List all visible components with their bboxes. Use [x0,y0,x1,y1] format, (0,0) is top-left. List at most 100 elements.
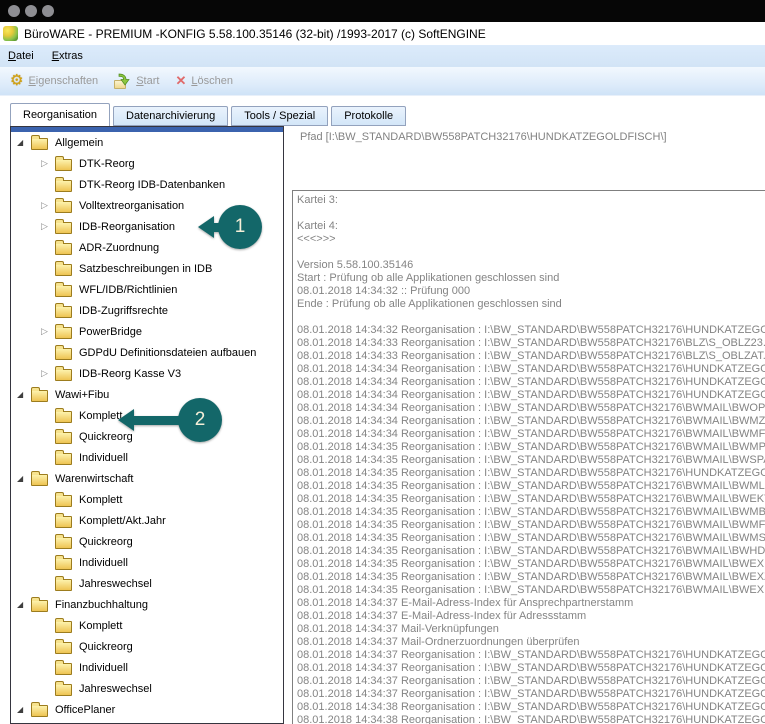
folder-icon [55,579,72,591]
tree-item-label: Komplett [79,620,122,632]
folder-icon [31,390,48,402]
folder-icon [55,516,72,528]
tab-bar: ReorganisationDatenarchivierungTools / S… [10,103,406,126]
app-icon [3,26,18,41]
tree-item-label: Jahreswechsel [79,683,152,695]
toolbar: ⚙ Eigenschaften Start ✕ Löschen [0,67,765,96]
tree-item-officeplaner[interactable]: ◢ OfficePlaner [11,699,283,720]
folder-icon [55,180,72,192]
tree-item-label: Individuell [79,557,128,569]
delete-x-icon: ✕ [175,73,186,89]
log-panel[interactable]: Kartei 3: Kartei 4: <<<>>> Version 5.58.… [292,190,765,724]
folder-icon [31,705,48,717]
tree-collapse-icon[interactable]: ◢ [17,474,31,483]
tree-item-label: OfficePlaner [55,704,115,716]
folder-icon [55,327,72,339]
tree-expand-icon[interactable]: ▷ [41,200,55,211]
tree-item-label: Finanzbuchhaltung [55,599,148,611]
tree-item-jahreswechsel[interactable]: Jahreswechsel [11,678,283,699]
tree-expand-icon[interactable]: ▷ [41,158,55,169]
tree-collapse-icon[interactable]: ◢ [17,600,31,609]
tree-item-idb-zugriffsrechte[interactable]: IDB-Zugriffsrechte [11,300,283,321]
tree-collapse-icon[interactable]: ◢ [17,705,31,714]
tab-protokolle[interactable]: Protokolle [331,106,406,126]
tree-item-label: GDPdU Definitionsdateien aufbauen [79,347,256,359]
tree-item-dtk-reorg-idb-datenbanken[interactable]: DTK-Reorg IDB-Datenbanken [11,174,283,195]
tree-item-individuell[interactable]: Individuell [11,657,283,678]
eigenschaften-button[interactable]: ⚙ Eigenschaften [10,73,98,89]
folder-icon [55,453,72,465]
folder-icon [55,306,72,318]
tree-item-dtk-reorg[interactable]: ▷DTK-Reorg [11,153,283,174]
log-text: Kartei 3: Kartei 4: <<<>>> Version 5.58.… [297,194,765,724]
tree-expand-icon[interactable]: ▷ [41,368,55,379]
folder-icon [31,138,48,150]
window-close-button[interactable] [8,5,20,17]
tree-item-label: WFL/IDB/Richtlinien [79,284,177,296]
tree-expand-icon[interactable]: ▷ [41,326,55,337]
tree-item-jahreswechsel[interactable]: Jahreswechsel [11,573,283,594]
tree-item-label: IDB-Reorganisation [79,221,175,233]
folder-icon [55,495,72,507]
tree-item-individuell[interactable]: Individuell [11,447,283,468]
tab-tools-spezial[interactable]: Tools / Spezial [231,106,328,126]
tree-item-wfl-idb-richtlinien[interactable]: WFL/IDB/Richtlinien [11,279,283,300]
menu-datei[interactable]: Datei [8,50,34,62]
tree-item-label: IDB-Reorg Kasse V3 [79,368,181,380]
tree-item-label: Volltextreorganisation [79,200,184,212]
folder-icon [55,369,72,381]
tree-item-komplett[interactable]: Komplett [11,615,283,636]
tree-item-label: Allgemein [55,137,103,149]
callout-number: 1 [218,205,262,249]
loeschen-button[interactable]: ✕ Löschen [175,73,233,89]
tree-item-label: IDB-Zugriffsrechte [79,305,168,317]
tree-item-label: DTK-Reorg IDB-Datenbanken [79,179,225,191]
tree-item-finanzbuchhaltung[interactable]: ◢ Finanzbuchhaltung [11,594,283,615]
tree-item-idb-reorg-kasse-v3[interactable]: ▷ IDB-Reorg Kasse V3 [11,363,283,384]
tree-item-label: Jahreswechsel [79,578,152,590]
app-window: BüroWARE - PREMIUM -KONFIG 5.58.100.3514… [0,0,765,724]
folder-icon [55,411,72,423]
tree-item-label: Individuell [79,662,128,674]
tree-item-powerbridge[interactable]: ▷PowerBridge [11,321,283,342]
window-minimize-button[interactable] [25,5,37,17]
folder-icon [55,642,72,654]
tree-expand-icon[interactable]: ▷ [41,221,55,232]
folder-icon [55,663,72,675]
callout-stem [134,416,180,425]
tree-item-label: ADR-Zuordnung [79,242,159,254]
tree-item-quickreorg[interactable]: Quickreorg [11,636,283,657]
folder-icon [31,600,48,612]
path-label: Pfad [I:\BW_STANDARD\BW558PATCH32176\HUN… [300,131,667,143]
window-zoom-button[interactable] [42,5,54,17]
tree-item-komplett[interactable]: Komplett [11,489,283,510]
tree-item-warenwirtschaft[interactable]: ◢ Warenwirtschaft [11,468,283,489]
tree-item-label: Komplett [79,410,122,422]
tree-item-label: Satzbeschreibungen in IDB [79,263,212,275]
tree-item-allgemein[interactable]: ◢ Allgemein [11,132,283,153]
tree-item-label: Warenwirtschaft [55,473,133,485]
menu-extras[interactable]: Extras [52,50,83,62]
tree-item-label: Wawi+Fibu [55,389,109,401]
eigenschaften-label: Eigenschaften [28,75,98,87]
tab-reorganisation[interactable]: Reorganisation [10,103,110,126]
tree-item-gdpdu-definitionsdateien-aufbauen[interactable]: GDPdU Definitionsdateien aufbauen [11,342,283,363]
callout-1: 1 [198,205,262,249]
tree-item-individuell[interactable]: Individuell [11,552,283,573]
start-button[interactable]: Start [114,73,159,89]
folder-icon [55,159,72,171]
tree-item-komplett-akt-jahr[interactable]: Komplett/Akt.Jahr [11,510,283,531]
start-arrow-folder-icon [114,73,131,89]
tree-item-label: Komplett [79,494,122,506]
menu-bar: Datei Extras [0,45,765,67]
tree-item-satzbeschreibungen-in-idb[interactable]: Satzbeschreibungen in IDB [11,258,283,279]
tree-item-label: Quickreorg [79,641,133,653]
folder-icon [55,243,72,255]
tree-item-quickreorg[interactable]: Quickreorg [11,531,283,552]
tree-collapse-icon[interactable]: ◢ [17,390,31,399]
folder-icon [55,537,72,549]
folder-icon [55,558,72,570]
tree-collapse-icon[interactable]: ◢ [17,138,31,147]
folder-icon [55,201,72,213]
tab-datenarchivierung[interactable]: Datenarchivierung [113,106,228,126]
